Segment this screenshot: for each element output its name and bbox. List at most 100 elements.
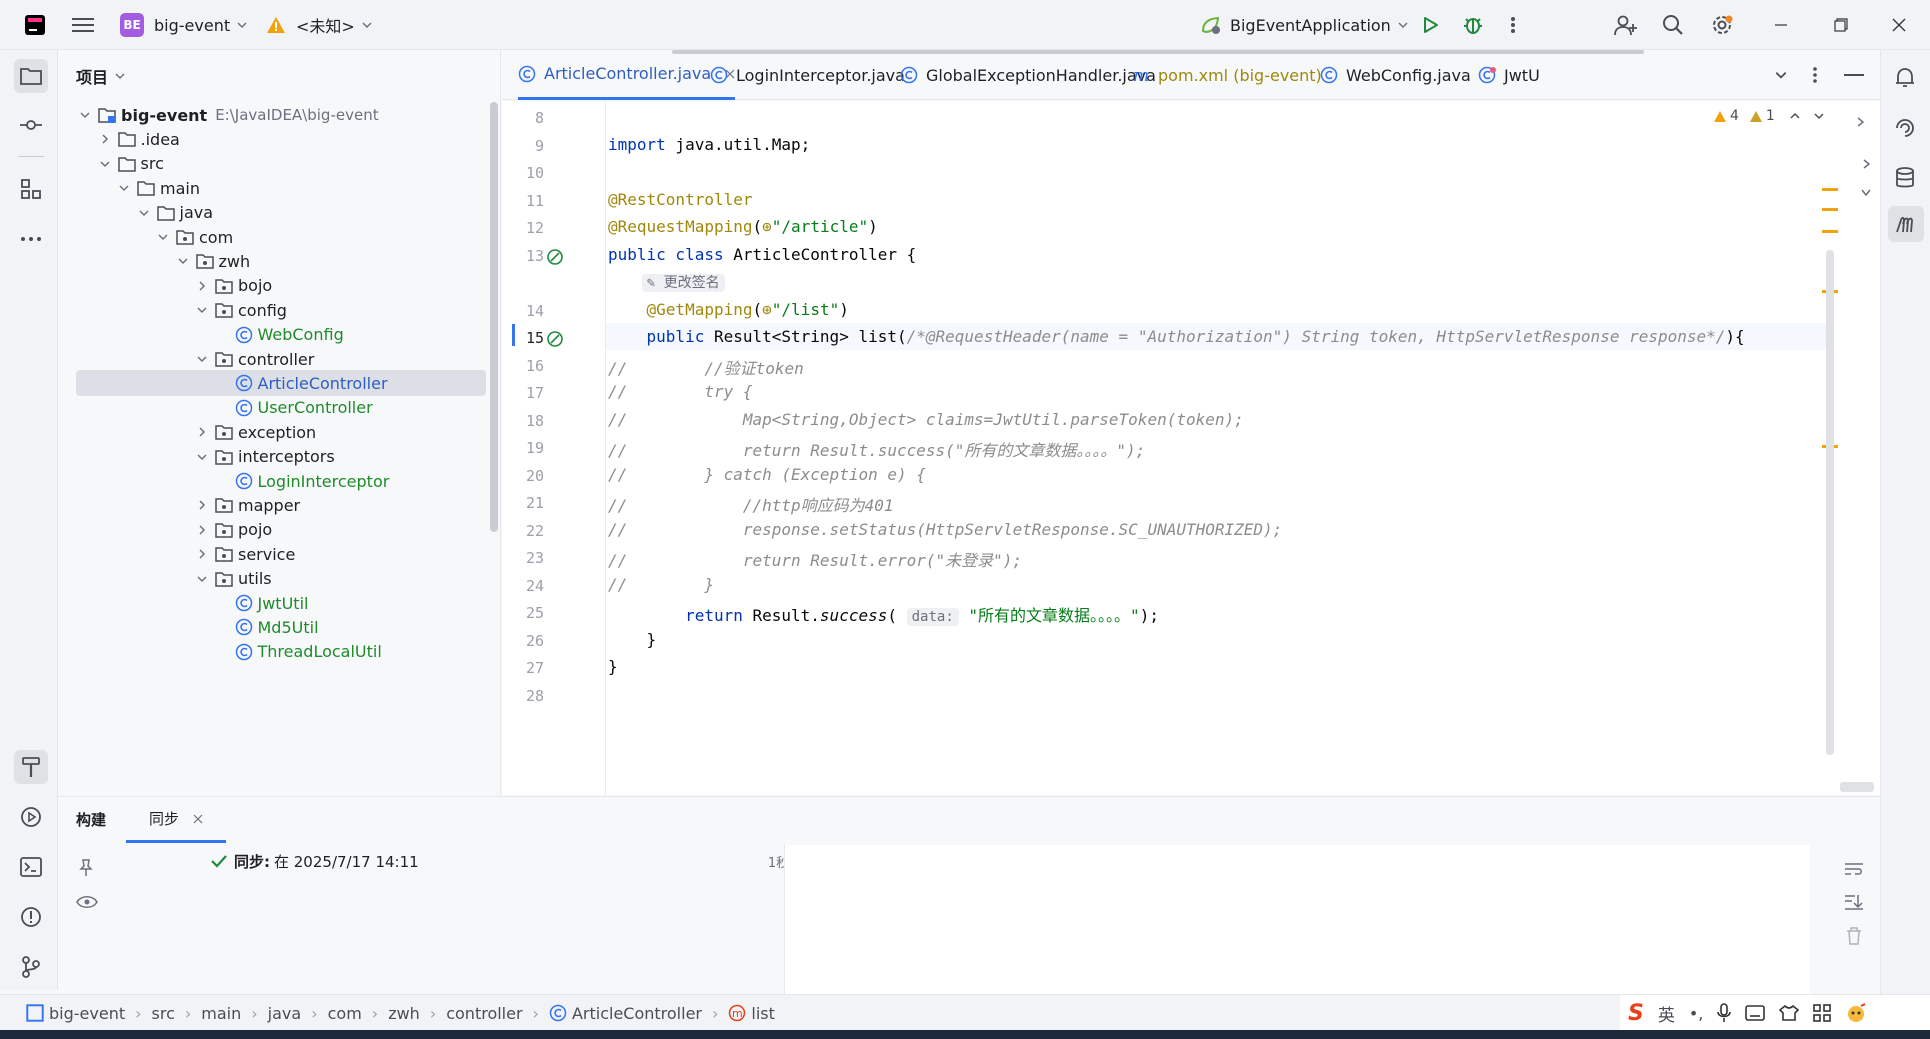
changed-line-marker[interactable] [512,324,515,346]
tree-item[interactable]: java [76,200,213,226]
settings-gear-icon[interactable] [1710,0,1734,50]
code-line[interactable]: ✎ 更改签名 [608,272,725,292]
tree-item[interactable]: mapper [76,492,300,518]
collapse-chevron-icon[interactable] [1856,116,1866,128]
hide-panel-icon[interactable] [1844,74,1864,76]
code-line[interactable]: @GetMapping(⊕"/list") [608,300,849,319]
tab-sync[interactable]: 同步 [126,797,226,843]
debug-button[interactable] [1462,0,1484,50]
ime-mascot-icon[interactable] [1845,1003,1867,1023]
vcs-widget[interactable]: <未知> [266,0,373,50]
breadcrumb-item[interactable]: ArticleController [549,1004,702,1023]
chevron-right-icon[interactable] [193,521,211,539]
pin-icon[interactable] [78,859,94,877]
tree-item[interactable]: zwh [76,248,250,274]
chevron-up-icon[interactable] [1789,110,1801,122]
code-line[interactable]: // Map<String,Object> claims=JwtUtil.par… [608,410,1244,429]
trash-icon[interactable] [1846,927,1862,945]
chevron-right-icon[interactable] [193,423,211,441]
punctuation-icon[interactable]: •, [1689,1004,1704,1023]
more-actions-icon[interactable] [1510,0,1516,50]
code-line[interactable]: // } catch (Exception e) { [608,465,926,484]
scroll-to-end-icon[interactable] [1844,893,1864,911]
code-line[interactable]: } [608,657,618,676]
breadcrumb-item[interactable]: main [201,1004,241,1023]
chevron-down-icon[interactable] [115,179,133,197]
tree-item[interactable]: controller [76,346,314,372]
app-logo-icon[interactable] [24,0,46,50]
breadcrumb-item[interactable]: zwh [388,1004,420,1023]
tree-item[interactable]: UserController [76,395,373,421]
search-icon[interactable] [1662,0,1684,50]
code-line[interactable]: // //http响应码为401 [608,492,894,516]
error-stripe-mark[interactable] [1822,188,1838,191]
breadcrumb-item[interactable]: m list [728,1004,775,1023]
inspection-widget[interactable]: 4 1 [1713,108,1825,124]
main-menu-icon[interactable] [72,0,94,50]
run-button[interactable] [1420,0,1440,50]
editor-h-scrollbar[interactable] [1840,782,1874,792]
editor-tab[interactable]: LoginInterceptor.java [710,50,905,100]
tree-item[interactable]: ThreadLocalUtil [76,639,382,665]
tree-item[interactable]: pojo [76,517,272,543]
chevron-down-icon[interactable] [193,350,211,368]
console-output[interactable] [784,845,1810,995]
code-line[interactable]: // //验证token [608,355,804,379]
tree-item[interactable]: config [76,297,287,323]
chevron-down-icon[interactable] [174,252,192,270]
tab-list-chevron-icon[interactable] [1774,68,1788,82]
expand-chevron-icon[interactable] [1862,158,1872,170]
chevron-down-icon[interactable] [1860,188,1872,198]
breadcrumb-item[interactable]: com [328,1004,362,1023]
database-icon[interactable] [1893,166,1917,190]
maven-tool-button[interactable] [1888,206,1924,242]
editor-tab[interactable]: m pom.xml (big-event) [1132,50,1322,100]
chevron-down-icon[interactable] [193,301,211,319]
services-tool-button[interactable] [14,800,48,834]
breadcrumb-item[interactable]: java [268,1004,302,1023]
tree-item[interactable]: .idea [76,126,180,152]
code-line[interactable]: import java.util.Map; [608,135,810,154]
keyboard-icon[interactable] [1745,1005,1766,1021]
chevron-down-icon[interactable] [1813,110,1825,122]
microphone-icon[interactable] [1717,1003,1732,1023]
editor-scrollbar[interactable] [1826,250,1834,755]
tree-item[interactable]: src [76,151,164,177]
tree-item[interactable]: big-event E:\JavaIDEA\big-event [76,102,379,128]
editor-tab[interactable]: WebConfig.java [1320,50,1471,100]
code-line[interactable]: // response.setStatus(HttpServletRespons… [608,520,1282,539]
breadcrumb-item[interactable]: controller [446,1004,522,1023]
notifications-bell-icon[interactable] [1893,66,1917,90]
breadcrumb-item[interactable]: big-event [26,1004,125,1023]
tree-item[interactable]: Md5Util [76,614,319,640]
code-line[interactable]: // } [608,575,714,594]
tree-scrollbar[interactable] [490,102,498,532]
chevron-down-icon[interactable] [193,570,211,588]
git-tool-button[interactable] [14,950,48,984]
code-line[interactable]: return Result.success( data: "所有的文章数据。。。… [608,602,1159,626]
terminal-tool-button[interactable] [14,850,48,884]
tree-item[interactable]: interceptors [76,444,335,470]
minimize-icon[interactable] [1774,0,1788,50]
tree-item[interactable]: bojo [76,273,272,299]
error-stripe-mark[interactable] [1822,208,1838,211]
structure-tool-button[interactable] [14,172,48,206]
project-switcher[interactable]: BE big-event [120,0,248,50]
chevron-down-icon[interactable] [193,448,211,466]
sync-result-row[interactable]: 同步: 在 2025/7/17 14:11 1秒486毫秒 [150,845,840,877]
code-line[interactable]: // try { [608,382,753,401]
code-line[interactable]: // return Result.error("未登录"); [608,547,1022,571]
bean-icon[interactable] [546,248,564,266]
tree-item[interactable]: LoginInterceptor [76,468,389,494]
run-config-selector[interactable]: BigEventApplication [1200,0,1409,50]
ime-language[interactable]: 英 [1658,1001,1675,1026]
close-window-icon[interactable] [1892,0,1906,50]
ime-toolbar[interactable]: S 英 •, [1620,995,1930,1031]
editor-tab[interactable]: ArticleController.java [518,50,736,100]
problems-tool-button[interactable] [14,900,48,934]
code-line[interactable]: public class ArticleController { [608,245,916,264]
chevron-down-icon[interactable] [154,228,172,246]
skin-shirt-icon[interactable] [1779,1005,1800,1021]
tree-item[interactable]: utils [76,566,272,592]
code-line[interactable]: public Result<String> list(/*@RequestHea… [608,327,1745,346]
